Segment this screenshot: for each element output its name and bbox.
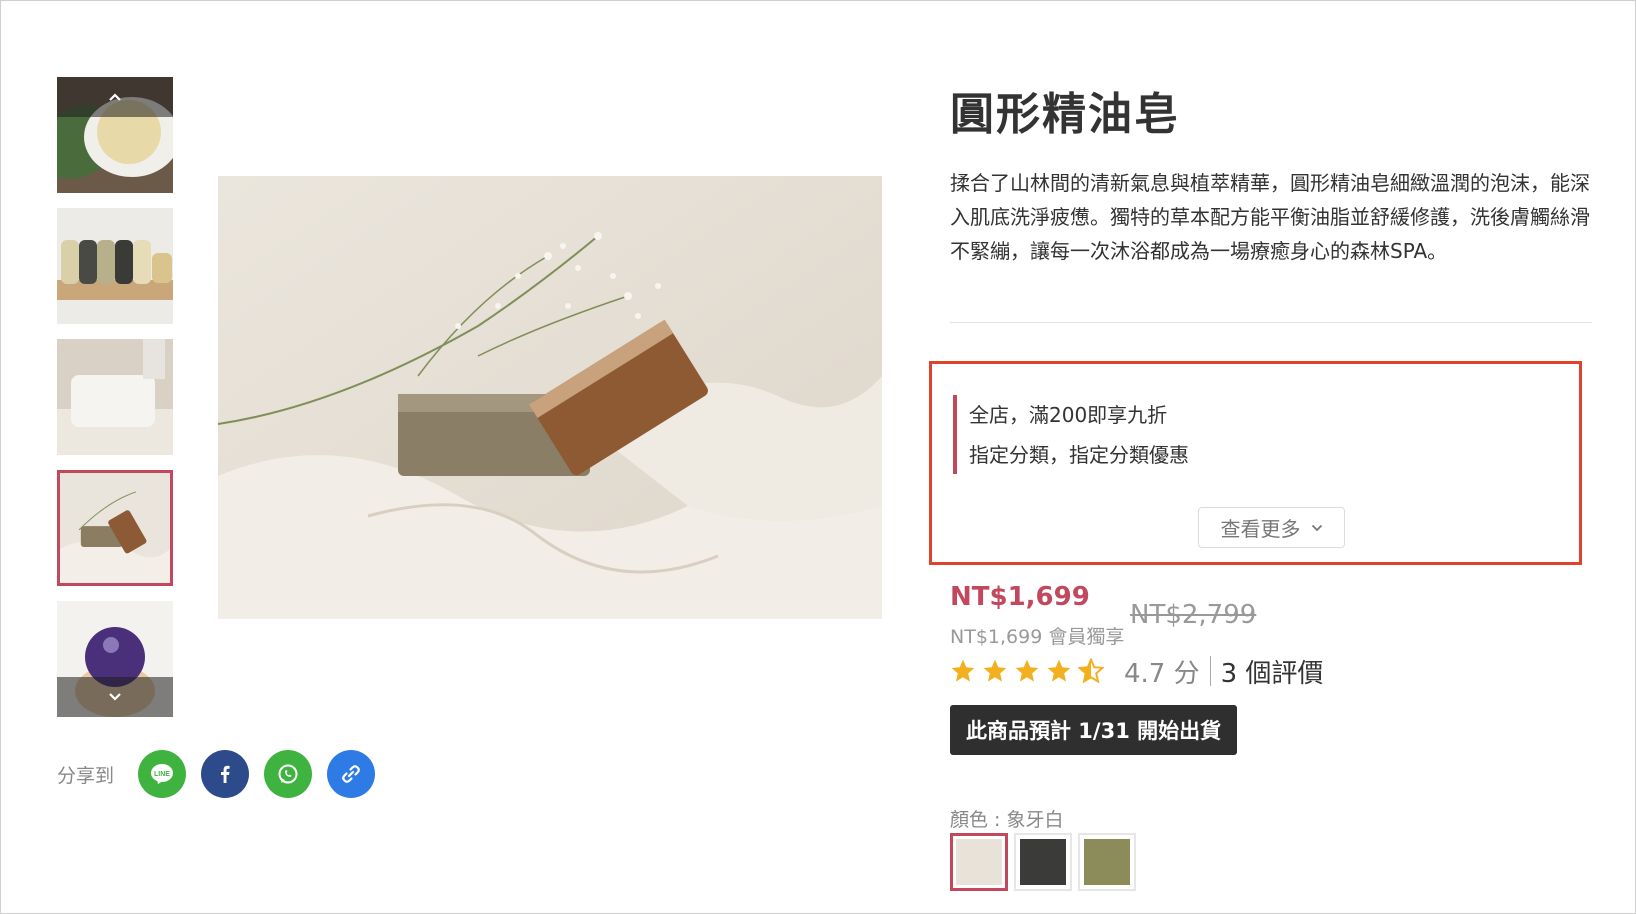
svg-text:LINE: LINE [154, 771, 170, 778]
show-more-label: 查看更多 [1220, 517, 1301, 541]
promo-item: 指定分類，指定分類優惠 [969, 443, 1189, 467]
rating-separator [1209, 656, 1211, 686]
sale-price: NT$1,699 [950, 582, 1090, 612]
member-price: NT$1,699 會員獨享 [950, 626, 1125, 648]
share-facebook-button[interactable] [201, 750, 250, 798]
chevron-up-icon [109, 93, 121, 101]
share-label: 分享到 [57, 764, 115, 787]
share-whatsapp-button[interactable] [264, 750, 313, 798]
swatch-fill [1084, 839, 1130, 885]
whatsapp-icon [278, 764, 298, 784]
share-link-button[interactable] [327, 750, 376, 798]
color-variant-label: 顏色 : 象牙白 [950, 809, 1064, 831]
review-count-link[interactable]: 3 個評價 [1221, 653, 1324, 690]
rating-summary[interactable]: 4.7 分 3 個評價 [950, 653, 1323, 689]
thumbnail-3[interactable] [57, 339, 173, 455]
share-bar: 分享到 LINE [57, 750, 390, 798]
star-full-icon [1015, 659, 1039, 682]
color-swatch-olive[interactable] [1078, 833, 1136, 891]
link-icon [342, 765, 360, 783]
star-full-icon [1047, 659, 1071, 682]
star-half-icon [1078, 658, 1104, 684]
product-title: 圓形精油皂 [950, 89, 1180, 140]
main-product-image[interactable] [218, 176, 882, 619]
chevron-down-icon [1311, 524, 1322, 531]
show-more-promotions-button[interactable]: 查看更多 [1198, 507, 1345, 548]
promotions-box: 全店，滿200即享九折 指定分類，指定分類優惠 查看更多 [929, 361, 1582, 565]
swatch-fill [956, 839, 1002, 885]
chevron-down-icon [109, 693, 121, 701]
facebook-icon [221, 765, 230, 783]
promo-accent-bar [953, 395, 957, 474]
star-full-icon [951, 659, 975, 682]
color-swatch-dark[interactable] [1014, 833, 1072, 891]
swatch-fill [1020, 839, 1066, 885]
thumbnail-prev-button[interactable] [57, 77, 173, 117]
thumbnail-4[interactable] [57, 470, 173, 586]
thumbnail-2[interactable] [57, 208, 173, 324]
rating-stars [950, 658, 1104, 684]
promo-item: 全店，滿200即享九折 [969, 403, 1168, 427]
original-price: NT$2,799 [1130, 600, 1257, 630]
line-icon: LINE [151, 764, 174, 784]
shipping-notice-badge: 此商品預計 1/31 開始出貨 [950, 705, 1238, 755]
star-full-icon [983, 659, 1007, 682]
share-line-button[interactable]: LINE [138, 750, 187, 798]
product-description: 揉合了山林間的清新氣息與植萃精華，圓形精油皂細緻溫潤的泡沫，能深入肌底洗淨疲憊。… [950, 171, 1590, 263]
divider [950, 322, 1592, 323]
color-swatch-ivory[interactable] [950, 833, 1008, 891]
thumbnail-next-button[interactable] [57, 677, 173, 717]
rating-score: 4.7 分 [1124, 658, 1200, 689]
